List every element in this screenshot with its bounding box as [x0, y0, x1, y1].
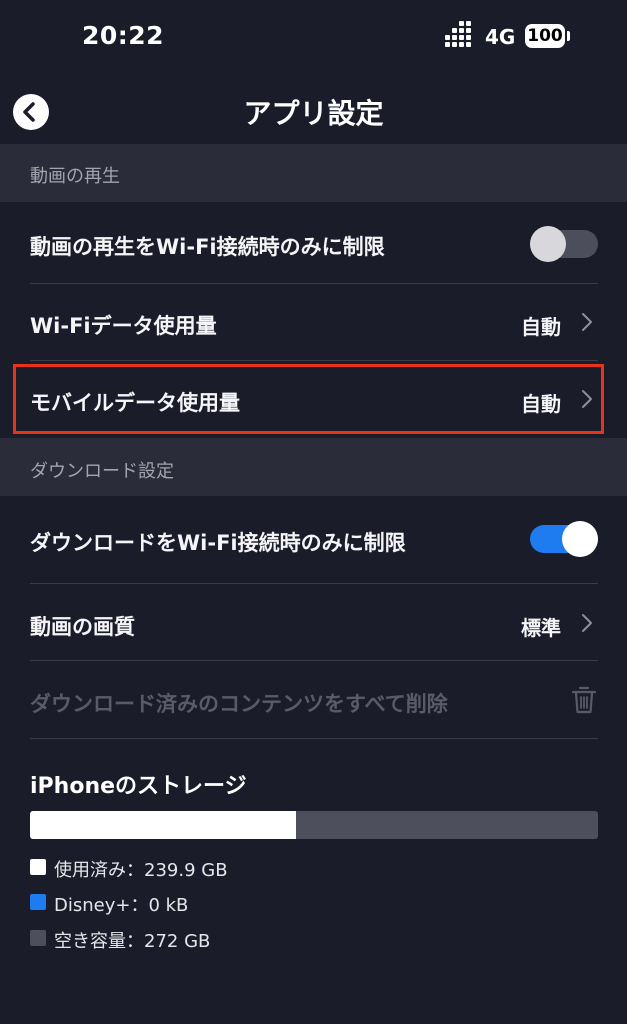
- signal-icon: [445, 21, 477, 47]
- section-header-playback: 動画の再生: [0, 144, 627, 202]
- trash-icon: [571, 686, 597, 714]
- chevron-right-icon: [582, 614, 592, 632]
- row-delete-all-downloads[interactable]: ダウンロード済みのコンテンツをすべて削除: [0, 661, 627, 738]
- storage-title: iPhoneのストレージ: [30, 774, 247, 799]
- chevron-right-icon: [582, 313, 592, 331]
- page-title: アプリ設定: [243, 97, 384, 130]
- playback-wifi-only-toggle[interactable]: [530, 226, 598, 262]
- network-type-label: 4G: [485, 25, 516, 49]
- row-label: 動画の画質: [30, 615, 135, 639]
- storage-bar: [30, 811, 598, 839]
- battery-tip: [567, 31, 570, 41]
- row-label: Wi-Fiデータ使用量: [30, 314, 217, 338]
- section-header-label: ダウンロード設定: [30, 461, 174, 482]
- legend-swatch-disney: [30, 894, 46, 910]
- row-playback-wifi-only: 動画の再生をWi-Fi接続時のみに制限: [0, 202, 627, 284]
- row-value: 標準: [521, 616, 561, 640]
- row-value: 自動: [521, 315, 561, 339]
- download-wifi-only-toggle[interactable]: [530, 521, 598, 557]
- divider: [30, 738, 598, 739]
- legend-label: Disney+：0 kB: [54, 895, 189, 916]
- row-video-quality[interactable]: 動画の画質 標準: [0, 584, 627, 660]
- status-bar: 20:22 4G 100: [0, 0, 627, 70]
- toggle-knob: [562, 521, 598, 557]
- section-header-download: ダウンロード設定: [0, 438, 627, 496]
- row-wifi-data-usage[interactable]: Wi-Fiデータ使用量 自動: [0, 284, 627, 360]
- legend-swatch-used: [30, 859, 46, 875]
- toggle-knob: [530, 226, 566, 262]
- app-settings-screen: 20:22 4G 100 アプリ設定 動画の再生 動画の再生をWi-Fi接続時の…: [0, 0, 627, 1024]
- battery-icon: 100: [525, 24, 565, 48]
- legend-swatch-free: [30, 930, 46, 946]
- storage-used-fill: [30, 811, 297, 839]
- nav-bar: アプリ設定: [0, 72, 627, 144]
- row-label: ダウンロードをWi-Fi接続時のみに制限: [30, 531, 406, 555]
- row-label: ダウンロード済みのコンテンツをすべて削除: [30, 692, 448, 716]
- row-download-wifi-only: ダウンロードをWi-Fi接続時のみに制限: [0, 496, 627, 582]
- row-label: 動画の再生をWi-Fi接続時のみに制限: [30, 235, 385, 259]
- legend-label: 空き容量：272 GB: [54, 931, 211, 952]
- highlight-box: [13, 364, 604, 434]
- section-header-label: 動画の再生: [30, 166, 120, 187]
- status-time: 20:22: [82, 21, 165, 50]
- legend-label: 使用済み：239.9 GB: [54, 860, 228, 881]
